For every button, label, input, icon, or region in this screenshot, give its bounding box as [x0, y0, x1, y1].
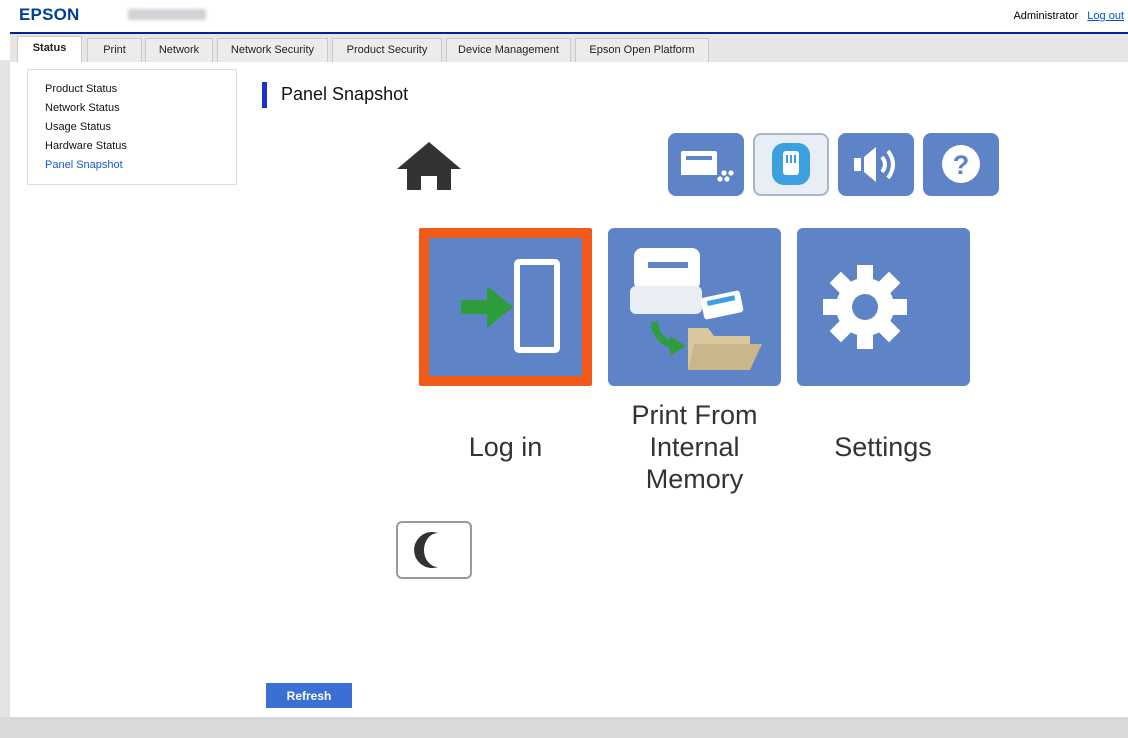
print-from-memory-label-line-1: Print From	[631, 400, 758, 430]
page-title: Panel Snapshot	[281, 84, 409, 104]
tab-product-security[interactable]: Product Security	[332, 38, 442, 62]
title-accent-bar	[262, 82, 267, 108]
epson-logo: EPSON	[19, 5, 80, 24]
print-from-memory-tile[interactable]	[608, 228, 781, 386]
tab-network-security[interactable]: Network Security	[217, 38, 328, 62]
sidebar-item-hardware-status[interactable]: Hardware Status	[45, 140, 127, 152]
moon-icon	[414, 532, 438, 568]
tab-status[interactable]: Status	[17, 36, 82, 62]
network-icon[interactable]	[753, 133, 829, 196]
tab-device-management[interactable]: Device Management	[446, 38, 571, 62]
refresh-button[interactable]: Refresh	[266, 683, 352, 708]
print-from-memory-label[interactable]: Print From Internal Memory	[600, 399, 789, 495]
tab-print[interactable]: Print	[87, 38, 142, 62]
sidebar-item-panel-snapshot[interactable]: Panel Snapshot	[45, 159, 123, 171]
model-name-blurred	[128, 9, 206, 20]
login-tile[interactable]	[419, 228, 592, 386]
login-label[interactable]: Log in	[419, 431, 592, 463]
frame-bottom	[0, 717, 1128, 738]
svg-text:?: ?	[953, 150, 970, 180]
tab-bar: Status Print Network Network Security Pr…	[10, 32, 1128, 62]
login-icon	[429, 238, 582, 376]
printer-status-icon[interactable]	[668, 133, 744, 196]
print-from-memory-label-line-3: Memory	[645, 464, 744, 494]
tab-epson-open-platform[interactable]: Epson Open Platform	[575, 38, 709, 62]
volume-icon[interactable]	[838, 133, 914, 196]
header: EPSON Administrator Log out	[0, 0, 1128, 30]
user-area: Administrator Log out	[1013, 10, 1124, 22]
tab-network[interactable]: Network	[145, 38, 213, 62]
print-from-memory-icon	[630, 248, 762, 370]
sidebar-item-network-status[interactable]: Network Status	[45, 102, 120, 114]
print-from-memory-label-line-2: Internal	[649, 432, 740, 462]
sidebar-item-product-status[interactable]: Product Status	[45, 83, 117, 95]
settings-tile[interactable]	[797, 228, 970, 386]
settings-gear-icon	[823, 265, 907, 349]
sidebar-menu: Product Status Network Status Usage Stat…	[27, 69, 237, 185]
sleep-button[interactable]	[396, 521, 472, 579]
frame-left	[0, 60, 10, 717]
help-icon[interactable]: ?	[923, 133, 999, 196]
settings-label[interactable]: Settings	[790, 431, 976, 463]
user-name: Administrator	[1013, 10, 1079, 22]
home-icon[interactable]	[395, 140, 463, 194]
logout-link[interactable]: Log out	[1087, 10, 1124, 22]
sidebar-item-usage-status[interactable]: Usage Status	[45, 121, 111, 133]
